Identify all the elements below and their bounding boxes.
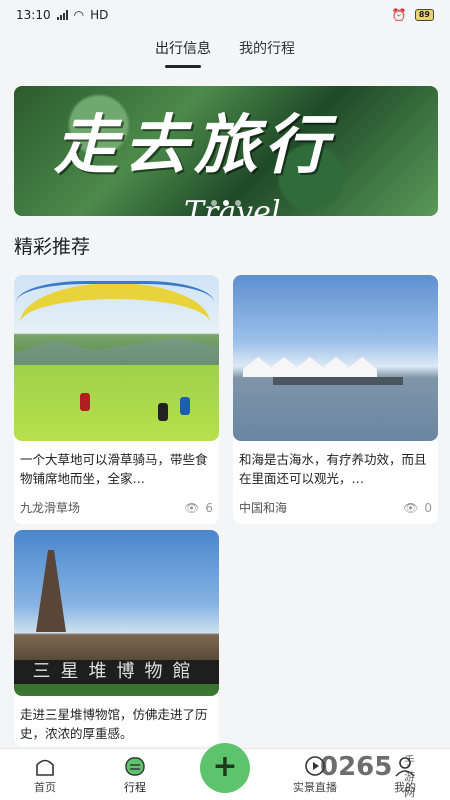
museum-sign: 三星堆博物館 bbox=[14, 660, 219, 684]
home-icon bbox=[36, 759, 54, 776]
banner-title: 走去旅行 bbox=[54, 108, 334, 183]
watermark: 0265 手游网 bbox=[320, 752, 415, 799]
recommend-card[interactable]: 和海是古海水，有疗养功效，而且在里面还可以观光，… 中国和海 👁 0 bbox=[233, 275, 438, 524]
card-image-museum: 三星堆博物館 bbox=[14, 530, 219, 696]
status-bar: 13:10 ◠ HD ⏰ 89 bbox=[0, 0, 450, 30]
network-type: HD bbox=[90, 8, 109, 22]
card-image-lake bbox=[233, 275, 438, 441]
alarm-icon: ⏰ bbox=[391, 8, 407, 22]
carousel-dots bbox=[211, 200, 241, 206]
view-count: 6 bbox=[205, 500, 213, 515]
card-place: 中国和海 bbox=[239, 501, 288, 515]
tab-travel-info[interactable]: 出行信息 bbox=[155, 38, 211, 62]
nav-home[interactable]: 首页 bbox=[0, 749, 90, 800]
add-icon[interactable]: + bbox=[200, 742, 250, 793]
recommend-card[interactable]: 一个大草地可以滑草骑马，带些食物铺席地而坐，全家… 九龙滑草场 👁 6 bbox=[14, 275, 219, 524]
carousel-dot[interactable] bbox=[235, 200, 241, 206]
carousel-dot[interactable] bbox=[211, 200, 217, 206]
nav-itinerary[interactable]: 行程 bbox=[90, 749, 180, 800]
battery-indicator: 89 bbox=[414, 9, 434, 21]
nav-add[interactable]: + bbox=[180, 742, 270, 800]
banner-carousel[interactable]: 走去旅行 Travel bbox=[14, 86, 438, 216]
card-description: 和海是古海水，有疗养功效，而且在里面还可以观光，… bbox=[239, 452, 427, 486]
nav-label: 行程 bbox=[124, 780, 146, 794]
status-time: 13:10 bbox=[16, 8, 51, 22]
eye-icon: 👁 bbox=[184, 500, 200, 515]
tab-my-itinerary[interactable]: 我的行程 bbox=[239, 38, 295, 62]
card-place: 九龙滑草场 bbox=[20, 501, 81, 515]
signal-icon bbox=[56, 10, 68, 20]
card-description: 走进三星堆博物馆，仿佛走进了历史，浓浓的厚重感。 bbox=[20, 707, 208, 741]
carousel-dot-active[interactable] bbox=[223, 200, 229, 206]
itinerary-icon bbox=[125, 756, 145, 776]
section-title: 精彩推荐 bbox=[14, 236, 91, 258]
top-tabs: 出行信息 我的行程 bbox=[0, 30, 450, 70]
recommend-card[interactable]: 三星堆博物館 走进三星堆博物馆，仿佛走进了历史，浓浓的厚重感。 bbox=[14, 530, 219, 746]
wifi-icon: ◠ bbox=[73, 8, 85, 22]
card-image-paragliding bbox=[14, 275, 219, 441]
card-description: 一个大草地可以滑草骑马，带些食物铺席地而坐，全家… bbox=[20, 452, 208, 486]
nav-label: 首页 bbox=[34, 780, 56, 794]
eye-icon: 👁 bbox=[403, 500, 419, 515]
view-count: 0 bbox=[424, 500, 432, 515]
